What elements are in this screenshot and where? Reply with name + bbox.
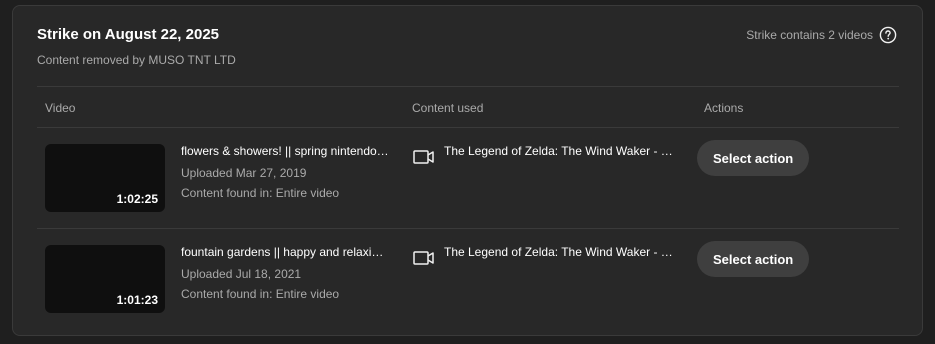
video-thumbnail[interactable]: 1:01:23 bbox=[45, 245, 165, 313]
video-upload-date: Uploaded Jul 18, 2021 bbox=[181, 267, 302, 281]
question-circle-icon[interactable] bbox=[879, 26, 897, 44]
table-row: 1:01:23 fountain gardens || happy and re… bbox=[37, 229, 899, 330]
content-found-in: Content found in: Entire video bbox=[181, 287, 340, 301]
table-header: Video Content used Actions bbox=[37, 86, 899, 128]
video-camera-icon bbox=[413, 250, 435, 266]
strike-title: Strike on August 22, 2025 bbox=[37, 26, 220, 43]
strike-subtitle: Content removed by MUSO TNT LTD bbox=[37, 53, 236, 67]
video-title[interactable]: flowers & showers! || spring nintendo mu… bbox=[181, 144, 389, 158]
content-found-in: Content found in: Entire video bbox=[181, 186, 340, 200]
table-row: 1:02:25 flowers & showers! || spring nin… bbox=[37, 128, 899, 229]
video-duration: 1:01:23 bbox=[116, 293, 158, 307]
strike-count: Strike contains 2 videos bbox=[746, 26, 897, 44]
video-duration: 1:02:25 bbox=[116, 192, 158, 206]
select-action-button[interactable]: Select action bbox=[697, 241, 810, 277]
content-used-title[interactable]: The Legend of Zelda: The Wind Waker - Dr… bbox=[444, 144, 679, 158]
video-camera-icon bbox=[413, 149, 435, 165]
header-content-used: Content used bbox=[412, 101, 484, 115]
video-upload-date: Uploaded Mar 27, 2019 bbox=[181, 166, 307, 180]
video-title[interactable]: fountain gardens || happy and relaxing n… bbox=[181, 245, 389, 259]
strike-count-text: Strike contains 2 videos bbox=[746, 28, 873, 42]
header-actions: Actions bbox=[704, 101, 744, 115]
video-thumbnail[interactable]: 1:02:25 bbox=[45, 144, 165, 212]
strike-card: Strike on August 22, 2025 Content remove… bbox=[12, 5, 923, 336]
select-action-button[interactable]: Select action bbox=[697, 140, 810, 176]
content-used-title[interactable]: The Legend of Zelda: The Wind Waker - Ou… bbox=[444, 245, 679, 259]
header-video: Video bbox=[45, 101, 76, 115]
